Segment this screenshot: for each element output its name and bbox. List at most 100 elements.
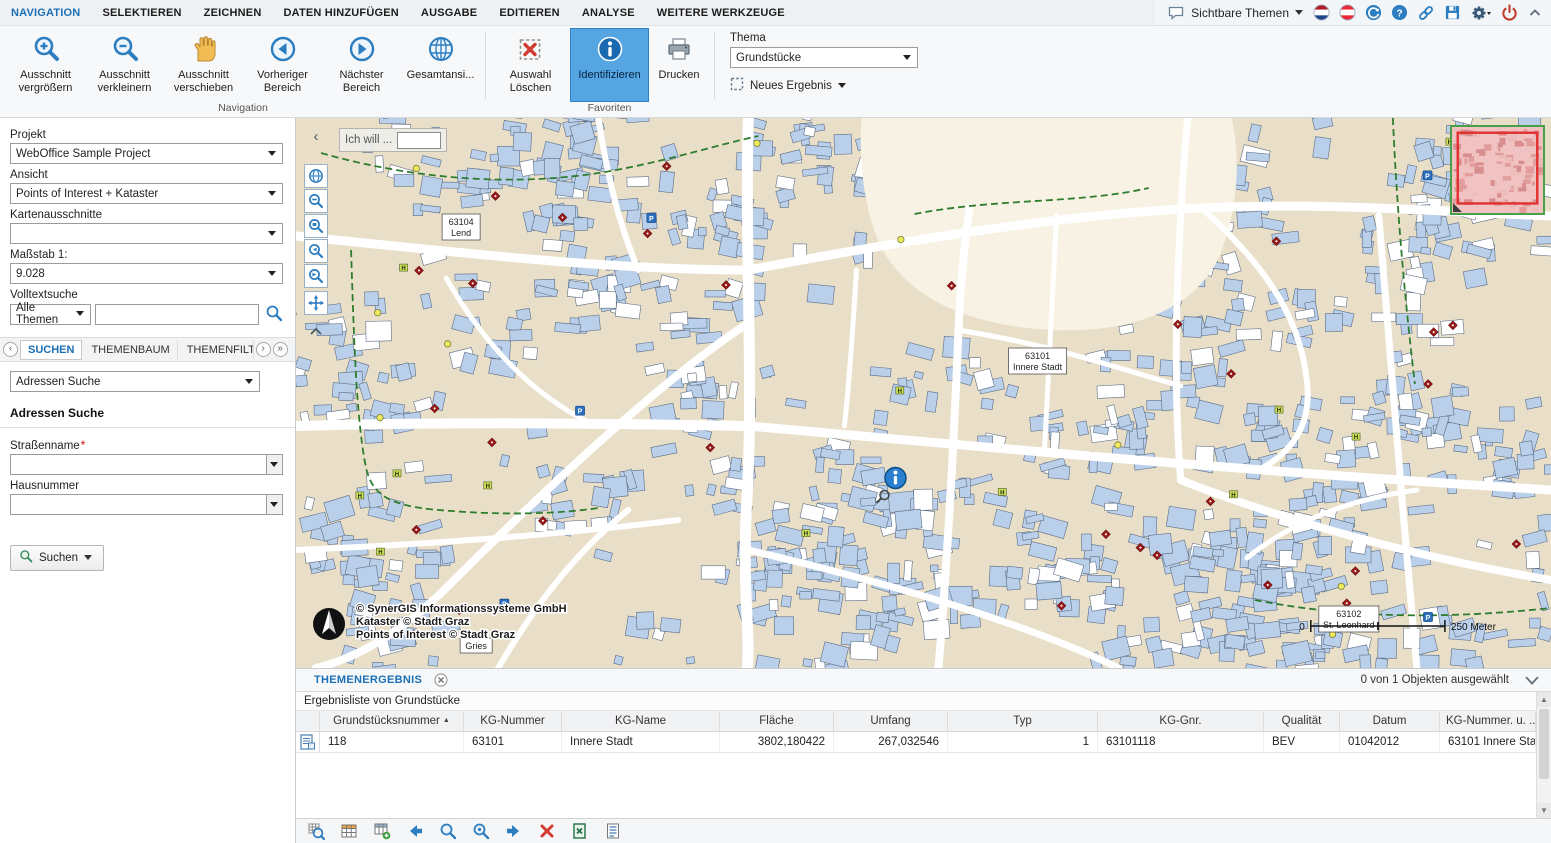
button-label: Drucken xyxy=(659,69,700,82)
full-extent-button[interactable]: Gesamtansi... xyxy=(401,28,480,102)
menu-tab-navigation[interactable]: NAVIGATION xyxy=(0,0,91,25)
flag-nl-icon[interactable] xyxy=(1313,4,1330,21)
map-zoom-previous-button[interactable] xyxy=(304,239,328,263)
previous-results-button[interactable] xyxy=(405,821,425,841)
refresh-icon[interactable] xyxy=(1365,4,1382,21)
map-zoom-window-button[interactable] xyxy=(304,214,328,238)
map-zoom-next-button[interactable] xyxy=(304,264,328,288)
tabs-more-icon[interactable]: » xyxy=(273,342,288,357)
collapse-ribbon-icon[interactable] xyxy=(1527,5,1543,21)
neues-ergebnis-toggle[interactable]: Neues Ergebnis xyxy=(730,77,918,94)
cell-kg-gnr: 63101118 xyxy=(1098,732,1264,752)
visible-themes-button[interactable]: Sichtbare Themen xyxy=(1167,4,1304,22)
search-type-select[interactable]: Adressen Suche xyxy=(10,371,260,392)
suchen-button[interactable]: Suchen xyxy=(10,545,104,571)
flag-at-icon[interactable] xyxy=(1339,4,1356,21)
pan-hand-icon xyxy=(189,34,219,67)
strassenname-input[interactable] xyxy=(10,454,266,475)
collapse-sidebar-button[interactable]: ‹ xyxy=(306,128,326,146)
map-toolbar-collapse-button[interactable] xyxy=(306,323,326,341)
next-results-button[interactable] xyxy=(504,821,524,841)
collapse-results-icon[interactable] xyxy=(1523,674,1541,686)
column-header[interactable]: Datum xyxy=(1340,711,1440,731)
results-scrollbar[interactable]: ▲ ▼ xyxy=(1536,692,1551,818)
massstab-select[interactable]: 9.028 xyxy=(10,263,283,284)
overview-map[interactable] xyxy=(1450,125,1545,215)
volltext-scope-select[interactable]: Alle Themen xyxy=(10,304,91,325)
table-row[interactable]: 118 63101 Innere Stadt 3802,180422 267,0… xyxy=(296,732,1536,753)
zoom-all-button[interactable] xyxy=(471,821,491,841)
column-header[interactable]: Grundstücksnummer▲ xyxy=(320,711,464,731)
column-header[interactable]: Fläche xyxy=(720,711,834,731)
results-new-table-button[interactable] xyxy=(372,821,392,841)
print-button[interactable]: Drucken xyxy=(649,28,709,114)
previous-extent-icon xyxy=(268,34,298,67)
tab-themenfilter[interactable]: THEMENFILTER xyxy=(180,341,254,359)
svg-text:63102: 63102 xyxy=(1336,609,1361,619)
ribbon-group-navigation: Ausschnitt vergrößern Ausschnitt verklei… xyxy=(6,28,480,117)
basemap: HHHHHHHHHHHHPPPPP 63104 Lend 63101 Inner… xyxy=(296,118,1551,668)
projekt-label: Projekt xyxy=(10,129,285,141)
tab-themenergebnis[interactable]: THEMENERGEBNIS xyxy=(314,674,422,686)
scrollbar-thumb[interactable] xyxy=(1539,709,1549,779)
zoom-to-results-button[interactable] xyxy=(306,821,326,841)
map-zoom-out-button[interactable] xyxy=(304,189,328,213)
results-table-button[interactable] xyxy=(339,821,359,841)
tab-themenbaum[interactable]: THEMENBAUM xyxy=(84,341,177,359)
volltext-search-button[interactable] xyxy=(263,303,285,325)
menu-tab-selektieren[interactable]: SELEKTIEREN xyxy=(91,0,192,25)
next-extent-button[interactable]: Nächster Bereich xyxy=(322,28,401,102)
projekt-select[interactable]: WebOffice Sample Project xyxy=(10,143,283,164)
identify-button[interactable]: Identifizieren xyxy=(570,28,649,102)
close-results-icon[interactable] xyxy=(434,673,448,687)
map-pan-button[interactable] xyxy=(304,291,328,315)
kartenausschnitte-select[interactable] xyxy=(10,223,283,244)
map-overview-globe-button[interactable] xyxy=(304,164,328,188)
menu-tab-ausgabe[interactable]: AUSGABE xyxy=(410,0,488,25)
remove-results-button[interactable] xyxy=(537,821,557,841)
zoom-selected-button[interactable] xyxy=(438,821,458,841)
overview-collapse-icon[interactable] xyxy=(1453,203,1462,212)
help-icon[interactable]: ? xyxy=(1391,4,1408,21)
column-header[interactable]: KG-Name xyxy=(562,711,720,731)
menu-tab-analyse[interactable]: ANALYSE xyxy=(571,0,646,25)
ich-will-input[interactable] xyxy=(397,132,441,149)
tabs-scroll-right-icon[interactable]: › xyxy=(256,342,271,357)
column-header[interactable]: KG-Gnr. xyxy=(1098,711,1264,731)
zoom-out-icon xyxy=(110,34,140,67)
ich-will-box[interactable]: Ich will ... xyxy=(339,128,447,152)
map-viewport[interactable]: HHHHHHHHHHHHPPPPP 63104 Lend 63101 Inner… xyxy=(296,118,1551,668)
export-excel-button[interactable] xyxy=(570,821,590,841)
tabs-scroll-left-icon[interactable]: ‹ xyxy=(3,342,18,357)
scroll-up-icon[interactable]: ▲ xyxy=(1537,692,1551,707)
column-header[interactable]: KG-Nummer xyxy=(464,711,562,731)
strassenname-dropdown-button[interactable] xyxy=(266,454,283,475)
column-header[interactable]: Umfang xyxy=(834,711,948,731)
ansicht-select[interactable]: Points of Interest + Kataster xyxy=(10,183,283,204)
zoom-out-button[interactable]: Ausschnitt verkleinern xyxy=(85,28,164,102)
pan-button[interactable]: Ausschnitt verschieben xyxy=(164,28,243,102)
menu-tab-zeichnen[interactable]: ZEICHNEN xyxy=(193,0,273,25)
results-report-button[interactable] xyxy=(603,821,623,841)
row-detail-icon[interactable] xyxy=(296,732,320,752)
column-header[interactable]: Typ xyxy=(948,711,1098,731)
zoom-in-button[interactable]: Ausschnitt vergrößern xyxy=(6,28,85,102)
link-icon[interactable] xyxy=(1417,4,1435,22)
save-icon[interactable] xyxy=(1444,4,1461,21)
volltext-search-input[interactable] xyxy=(95,304,259,325)
hausnummer-dropdown-button[interactable] xyxy=(266,494,283,515)
hausnummer-input[interactable] xyxy=(10,494,266,515)
power-icon[interactable] xyxy=(1501,4,1518,21)
menu-tab-daten-hinzufuegen[interactable]: DATEN HINZUFÜGEN xyxy=(272,0,409,25)
menu-tab-weitere-werkzeuge[interactable]: WEITERE WERKZEUGE xyxy=(646,0,796,25)
menubar-right: Sichtbare Themen ? xyxy=(1155,0,1551,25)
previous-extent-button[interactable]: Vorheriger Bereich xyxy=(243,28,322,102)
clear-selection-button[interactable]: Auswahl Löschen xyxy=(491,28,570,114)
column-header[interactable]: KG-Nummer. u. ... xyxy=(1440,711,1536,731)
settings-gear-icon[interactable] xyxy=(1470,4,1492,22)
thema-select[interactable]: Grundstücke xyxy=(730,47,918,68)
menu-tab-editieren[interactable]: EDITIEREN xyxy=(488,0,570,25)
scroll-down-icon[interactable]: ▼ xyxy=(1537,803,1551,818)
tab-suchen[interactable]: SUCHEN xyxy=(20,340,82,360)
column-header[interactable]: Qualität xyxy=(1264,711,1340,731)
